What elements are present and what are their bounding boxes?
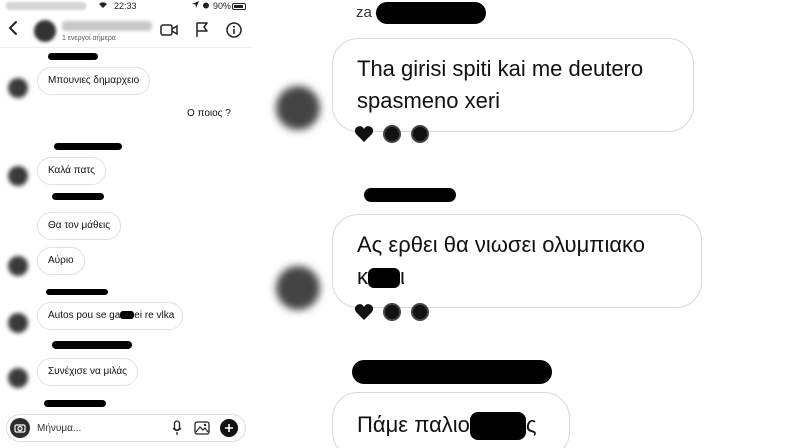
sender-name-redacted [48, 53, 98, 60]
message-bubble[interactable]: Autos pou se ga ei re vlka [37, 302, 184, 330]
status-time: 22:33 [114, 1, 137, 11]
camera-icon[interactable] [10, 418, 30, 438]
sender-avatar [8, 166, 28, 186]
phone-screenshot: 22:33 90% 1 ενεργοί σήμερα Μπουνιες δημα… [0, 0, 252, 448]
battery-icon [232, 3, 246, 10]
sender-avatar [276, 266, 320, 310]
sender-name-redacted [364, 188, 456, 202]
message-bubble[interactable]: Συνέχισε να μιλάς [37, 358, 138, 386]
alarm-icon [202, 1, 210, 11]
message-bubble[interactable]: Μπουνιες δημαρχειο [37, 67, 151, 95]
sender-avatar [8, 256, 28, 276]
sender-avatar [8, 78, 28, 98]
sender-name-redacted [44, 400, 106, 407]
image-gallery-icon[interactable] [193, 419, 211, 437]
carrier-blurred [6, 2, 86, 10]
active-status: 1 ενεργοί σήμερα [62, 35, 116, 42]
reaction-icon [382, 124, 402, 144]
video-camera-icon[interactable] [160, 21, 178, 39]
zoomed-crop: za Tha girisi spiti kai me deutero spasm… [252, 0, 800, 448]
message-list[interactable]: Μπουνιες δημαρχειο Ο ποιος ? Καλά πατς Θ… [0, 48, 252, 410]
message-text: ς [525, 412, 537, 437]
message-text: ι [400, 264, 405, 289]
message-composer[interactable] [6, 414, 246, 442]
reaction-icon [410, 124, 430, 144]
microphone-icon[interactable] [168, 419, 186, 437]
sender-avatar [8, 313, 28, 333]
heart-icon [354, 302, 374, 322]
message-text: Autos pou se ga [48, 310, 121, 321]
message-bubble[interactable]: Αύριο [37, 247, 85, 275]
battery-percent: 90% [213, 1, 232, 11]
message-bubble[interactable]: Καλά πατς [37, 157, 106, 185]
contact-avatar[interactable] [34, 20, 56, 42]
wifi-icon [98, 1, 108, 11]
back-button[interactable] [8, 20, 18, 39]
sender-name-partial: za [356, 4, 372, 21]
message-text: Ας ερθει θα νιωσει ολυμπιακο [357, 232, 646, 257]
sender-name-redacted [352, 360, 552, 384]
message-text: ei re vlka [134, 310, 175, 321]
message-bubble[interactable]: Θα τον μάθεις [37, 212, 122, 240]
contact-name-blurred[interactable] [62, 21, 152, 31]
flag-icon[interactable] [193, 21, 211, 39]
reaction-icon [382, 302, 402, 322]
sender-name-redacted [52, 193, 104, 200]
sender-name-redacted [52, 341, 132, 349]
heart-icon [354, 124, 374, 144]
sender-avatar [8, 368, 28, 388]
sender-name-redacted [54, 143, 122, 150]
message-input[interactable] [37, 420, 147, 436]
text-redacted [469, 412, 526, 441]
info-icon[interactable] [225, 21, 243, 39]
sent-message[interactable]: Ο ποιος ? [187, 108, 231, 119]
plus-icon[interactable] [220, 419, 238, 437]
message-bubble[interactable]: Tha girisi spiti kai me deutero spasmeno… [332, 38, 694, 132]
sender-name-redacted [376, 2, 486, 24]
sender-name-redacted [46, 289, 108, 295]
reaction-icon [410, 302, 430, 322]
message-text: κ [357, 264, 368, 289]
sender-avatar [276, 86, 320, 130]
message-bubble[interactable]: Πάμε παλιο ς [332, 392, 570, 448]
message-text: Πάμε παλιο [357, 412, 470, 437]
text-redacted [368, 268, 400, 289]
status-bar: 22:33 90% [0, 0, 252, 14]
reaction-row [354, 302, 430, 322]
location-icon [192, 1, 199, 11]
chat-header: 1 ενεργοί σήμερα [0, 14, 252, 48]
text-redacted [120, 311, 135, 320]
message-bubble[interactable]: Ας ερθει θα νιωσει ολυμπιακο κ ι [332, 214, 702, 308]
reaction-row [354, 124, 430, 144]
